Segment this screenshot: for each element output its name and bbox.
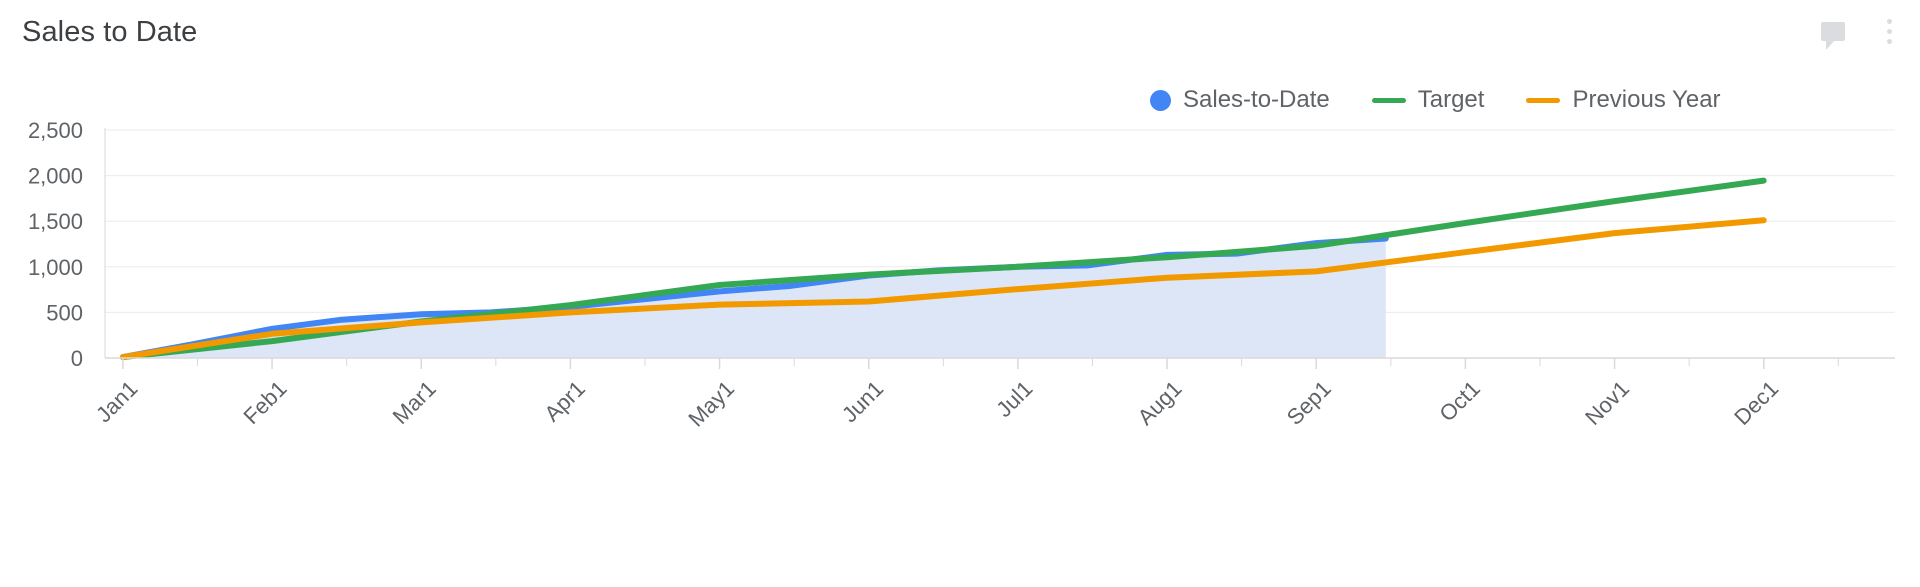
- y-axis-ticks: 0 500 1,000 1,500 2,000 2,500: [28, 118, 83, 371]
- x-axis-tick-label: May1: [683, 376, 739, 432]
- chart-header: Sales to Date: [0, 0, 1920, 70]
- line-chart-svg: 0 500 1,000 1,500 2,000 2,500 Jan1 Feb1 Mar1 Apr…: [0, 118, 1920, 468]
- comment-button[interactable]: [1818, 16, 1848, 46]
- y-axis-tick-label: 2,000: [28, 164, 83, 189]
- sales-to-date-chart-card: Sales to Date Sales-to-Date Target Previ…: [0, 0, 1920, 587]
- legend-item-target[interactable]: Target: [1372, 86, 1485, 114]
- x-axis-tick-label: Apr1: [539, 376, 590, 427]
- chart-plot-area: 0 500 1,000 1,500 2,000 2,500 Jan1 Feb1 Mar1 Apr…: [0, 118, 1920, 468]
- x-axis-tick-label: Jan1: [91, 376, 142, 427]
- legend-swatch-target: [1372, 98, 1406, 103]
- x-axis-ticks: [123, 358, 1838, 369]
- chart-legend: Sales-to-Date Target Previous Year: [1150, 86, 1721, 114]
- legend-item-previous-year[interactable]: Previous Year: [1526, 86, 1720, 114]
- legend-item-sales-to-date[interactable]: Sales-to-Date: [1150, 86, 1330, 114]
- x-axis-tick-label: Mar1: [388, 376, 441, 429]
- y-axis-tick-label: 1,000: [28, 255, 83, 280]
- x-axis-tick-label: Jun1: [837, 376, 888, 427]
- legend-swatch-previous-year: [1526, 98, 1560, 103]
- x-axis-tick-label: Jul1: [991, 376, 1037, 422]
- x-axis-tick-label: Oct1: [1434, 376, 1485, 427]
- legend-label-target: Target: [1418, 86, 1485, 114]
- y-axis-tick-label: 2,500: [28, 118, 83, 143]
- x-axis-tick-label: Aug1: [1133, 376, 1187, 430]
- y-axis-tick-label: 0: [71, 346, 83, 371]
- x-axis-tick-label: Sep1: [1282, 376, 1336, 430]
- legend-swatch-sales-to-date: [1150, 90, 1171, 111]
- legend-label-sales-to-date: Sales-to-Date: [1183, 86, 1330, 114]
- comment-icon: [1821, 22, 1845, 41]
- header-actions: [1818, 16, 1904, 46]
- more-options-button[interactable]: [1874, 16, 1904, 46]
- y-axis-tick-label: 1,500: [28, 209, 83, 234]
- more-vert-icon: [1887, 19, 1892, 44]
- page-title: Sales to Date: [22, 16, 197, 49]
- legend-label-previous-year: Previous Year: [1572, 86, 1720, 114]
- x-axis-tick-label: Dec1: [1729, 376, 1783, 430]
- x-axis-tick-labels: Jan1 Feb1 Mar1 Apr1 May1 Jun1 Jul1 Aug1 Sep1 Oct1…: [91, 376, 1783, 432]
- x-axis-tick-label: Nov1: [1580, 376, 1634, 430]
- x-axis-tick-label: Feb1: [238, 376, 291, 429]
- y-axis-tick-label: 500: [46, 300, 83, 325]
